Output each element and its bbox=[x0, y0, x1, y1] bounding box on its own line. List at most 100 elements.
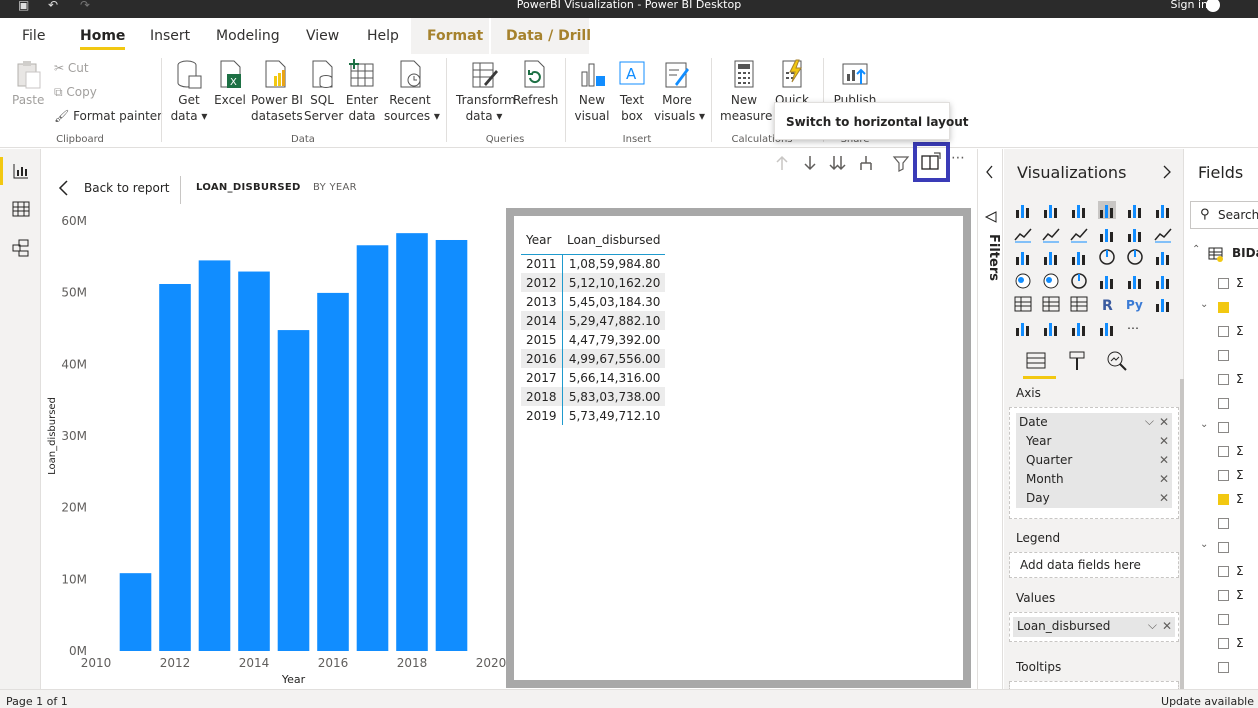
axis-field-date[interactable]: Date ⌵ ✕ bbox=[1016, 413, 1172, 432]
back-arrow-icon[interactable] bbox=[58, 180, 70, 196]
slicer-visual-icon[interactable] bbox=[1014, 295, 1032, 313]
remove-icon[interactable]: ✕ bbox=[1159, 453, 1169, 467]
new-measure-button[interactable]: New measure bbox=[720, 58, 772, 124]
fields-tab-icon[interactable] bbox=[1025, 350, 1047, 372]
key-influencers-visual-icon[interactable] bbox=[1154, 295, 1172, 313]
cut-button[interactable]: ✂ Cut bbox=[54, 61, 89, 75]
excel-button[interactable]: X Excel bbox=[213, 58, 247, 108]
clustered-bar-visual-icon[interactable] bbox=[1070, 201, 1088, 219]
gauge-visual-icon[interactable] bbox=[1070, 272, 1088, 290]
donut-visual-icon[interactable] bbox=[1126, 248, 1144, 266]
analytics-icon[interactable] bbox=[1106, 350, 1128, 372]
expand-chevron-icon[interactable]: ⌄ bbox=[1200, 299, 1208, 310]
fields-search-input[interactable]: ⚲ Search bbox=[1190, 201, 1258, 229]
paginated-visual-icon[interactable] bbox=[1098, 319, 1116, 337]
tab-file[interactable]: File bbox=[22, 28, 45, 44]
remove-icon[interactable]: ✕ bbox=[1159, 491, 1169, 505]
remove-icon[interactable]: ✕ bbox=[1159, 472, 1169, 486]
field-checkbox[interactable] bbox=[1218, 566, 1229, 577]
decomposition-tree-visual-icon[interactable] bbox=[1014, 319, 1032, 337]
clustered-column-visual-icon[interactable] bbox=[1098, 201, 1116, 219]
sql-server-button[interactable]: SQL Server bbox=[304, 58, 343, 124]
collapse-right-icon[interactable] bbox=[1161, 165, 1173, 179]
chart-bar[interactable] bbox=[356, 245, 389, 651]
multi-row-card-visual-icon[interactable] bbox=[1126, 272, 1144, 290]
stacked-column-visual-icon[interactable] bbox=[1042, 201, 1060, 219]
field-checkbox[interactable] bbox=[1218, 518, 1229, 529]
tab-modeling[interactable]: Modeling bbox=[216, 28, 280, 44]
publish-button[interactable]: Publish bbox=[832, 58, 878, 108]
model-view-icon[interactable] bbox=[12, 239, 30, 257]
chevron-down-icon[interactable]: ⌵ bbox=[1148, 618, 1157, 633]
100-bar-visual-icon[interactable] bbox=[1126, 201, 1144, 219]
field-checkbox[interactable] bbox=[1218, 470, 1229, 481]
format-painter-button[interactable]: 🖌 Format painter bbox=[54, 109, 162, 123]
matrix-visual-icon[interactable] bbox=[1070, 295, 1088, 313]
expand-chevron-icon[interactable]: ⌄ bbox=[1200, 539, 1208, 550]
remove-icon[interactable]: ✕ bbox=[1162, 619, 1172, 633]
values-well[interactable]: Loan_disbursed ⌵ ✕ bbox=[1009, 612, 1179, 642]
report-view-icon[interactable] bbox=[12, 162, 30, 180]
field-checkbox[interactable] bbox=[1218, 422, 1229, 433]
collapse-chevron-icon[interactable]: ⌃ bbox=[1192, 244, 1200, 255]
python-visual-visual-icon[interactable]: Py bbox=[1126, 295, 1144, 313]
line-column-visual-icon[interactable] bbox=[1098, 225, 1116, 243]
axis-field-year[interactable]: Year ✕ bbox=[1016, 432, 1172, 451]
table-visual-icon[interactable] bbox=[1042, 295, 1060, 313]
chart-bar[interactable] bbox=[119, 573, 152, 651]
field-checkbox[interactable] bbox=[1218, 446, 1229, 457]
chart-bar[interactable] bbox=[317, 292, 349, 651]
filled-map-visual-icon[interactable] bbox=[1042, 272, 1060, 290]
tab-home[interactable]: Home bbox=[80, 28, 126, 50]
filters-label[interactable]: Filters bbox=[981, 234, 1001, 284]
pie-visual-icon[interactable] bbox=[1098, 248, 1116, 266]
100-column-visual-icon[interactable] bbox=[1154, 201, 1172, 219]
chart-bar[interactable] bbox=[396, 233, 428, 651]
chevron-down-icon[interactable]: ⌵ bbox=[1145, 414, 1154, 429]
tab-help[interactable]: Help bbox=[367, 28, 399, 44]
power-bi-datasets-button[interactable]: Power BI datasets bbox=[251, 58, 303, 124]
axis-well[interactable]: Date ⌵ ✕ Year ✕ Quarter ✕ Month ✕ Day ✕ bbox=[1009, 407, 1179, 519]
bar-chart[interactable]: 0M10M20M30M40M50M60M2010 2012 2014 2016 2018… bbox=[41, 205, 506, 690]
table-name[interactable]: BIDa bbox=[1232, 246, 1258, 260]
back-to-report-link[interactable]: Back to report bbox=[84, 181, 169, 195]
remove-icon[interactable]: ✕ bbox=[1159, 415, 1169, 429]
text-box-button[interactable]: A Text box bbox=[614, 58, 650, 124]
card-visual-icon[interactable] bbox=[1098, 272, 1116, 290]
scatter-visual-icon[interactable] bbox=[1070, 248, 1088, 266]
tab-insert[interactable]: Insert bbox=[150, 28, 190, 44]
waterfall-visual-icon[interactable] bbox=[1014, 248, 1032, 266]
remove-icon[interactable]: ✕ bbox=[1159, 434, 1169, 448]
field-checkbox[interactable] bbox=[1218, 398, 1229, 409]
chart-bar[interactable] bbox=[435, 239, 468, 652]
field-checkbox[interactable] bbox=[1218, 278, 1229, 289]
field-checkbox[interactable] bbox=[1218, 614, 1229, 625]
sign-in-link[interactable]: Sign in bbox=[1170, 0, 1208, 11]
map-visual-icon[interactable] bbox=[1014, 272, 1032, 290]
chart-bar[interactable] bbox=[277, 330, 310, 651]
axis-field-month[interactable]: Month ✕ bbox=[1016, 470, 1172, 489]
update-available-link[interactable]: Update available bbox=[1161, 695, 1254, 708]
r-visual-visual-icon[interactable]: R bbox=[1098, 295, 1116, 313]
enter-data-button[interactable]: Enter data bbox=[344, 58, 380, 124]
filter-pane-icon[interactable] bbox=[984, 210, 998, 224]
chart-bar[interactable] bbox=[159, 283, 191, 651]
values-field-loan-disbursed[interactable]: Loan_disbursed ⌵ ✕ bbox=[1013, 617, 1175, 637]
more-visuals-button[interactable]: More visuals ▾ bbox=[654, 58, 705, 124]
new-visual-button[interactable]: New visual bbox=[574, 58, 610, 124]
format-paint-roller-icon[interactable] bbox=[1066, 350, 1088, 372]
area-visual-icon[interactable] bbox=[1042, 225, 1060, 243]
collapse-left-icon[interactable] bbox=[984, 165, 996, 179]
field-checkbox[interactable] bbox=[1218, 662, 1229, 673]
transform-data-button[interactable]: Transform data ▾ bbox=[456, 58, 516, 124]
line-visual-icon[interactable] bbox=[1014, 225, 1032, 243]
more-visual-icon[interactable]: ⋯ bbox=[1126, 319, 1144, 337]
chart-bar[interactable] bbox=[198, 260, 231, 651]
field-checkbox[interactable] bbox=[1218, 494, 1229, 505]
tab-view[interactable]: View bbox=[306, 28, 339, 44]
stacked-area-visual-icon[interactable] bbox=[1070, 225, 1088, 243]
field-checkbox[interactable] bbox=[1218, 350, 1229, 361]
field-checkbox[interactable] bbox=[1218, 590, 1229, 601]
field-checkbox[interactable] bbox=[1218, 302, 1229, 313]
tab-format[interactable]: Format bbox=[427, 28, 483, 44]
